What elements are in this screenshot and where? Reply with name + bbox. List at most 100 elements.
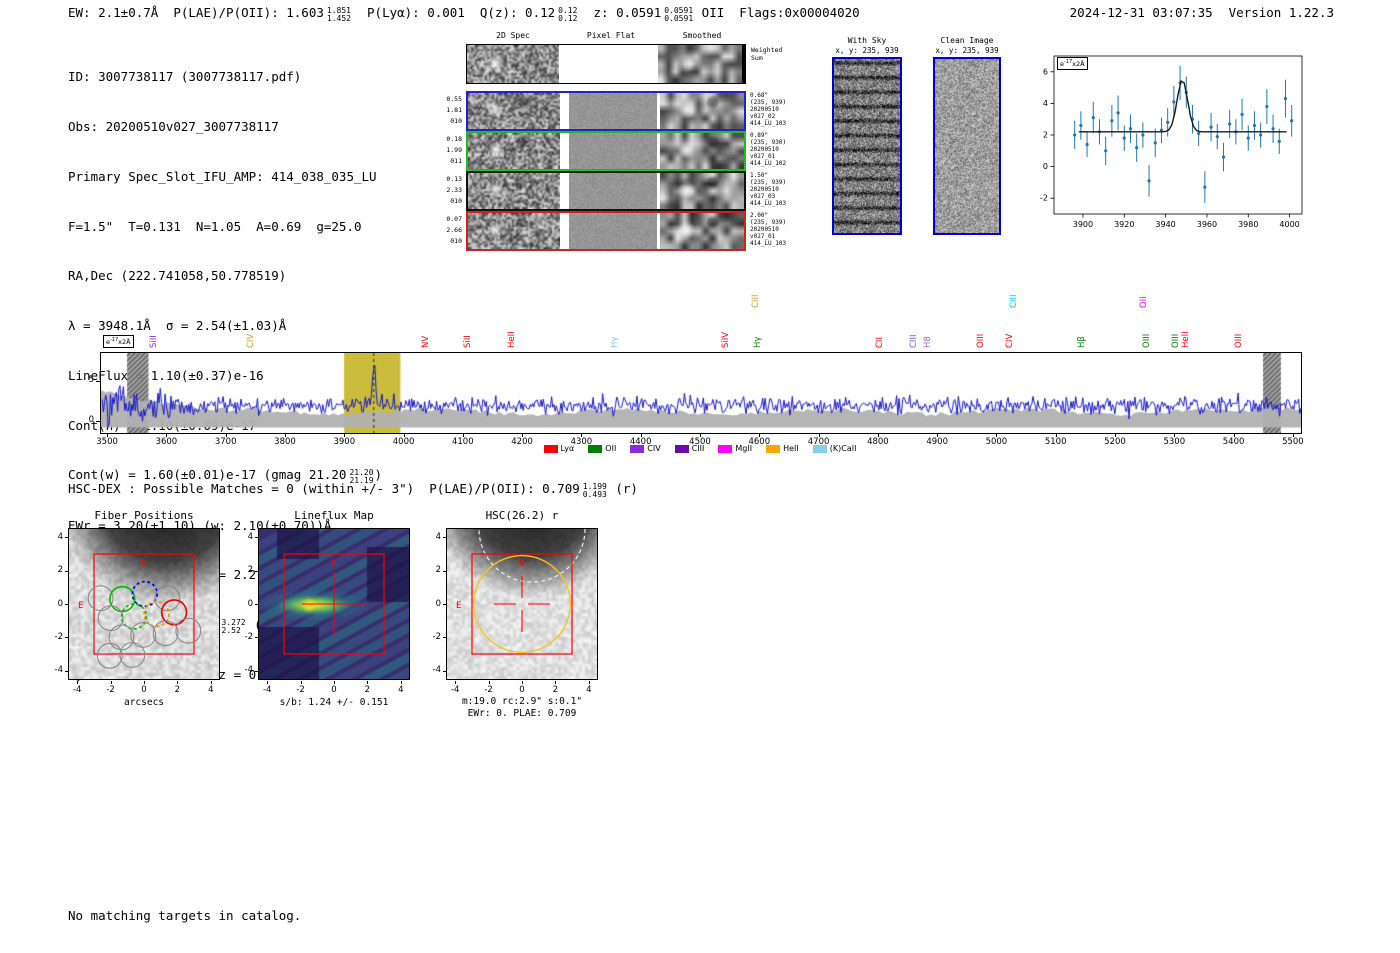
cutout-x-tick-mark: [367, 681, 369, 684]
clean-image-panel: [933, 57, 1001, 235]
cutout-x-tick-mark: [455, 681, 457, 684]
cutout-x-tick-label: 4: [586, 685, 592, 695]
fit-y-tick-label: -2: [1040, 194, 1048, 203]
cutout-x-tick-mark: [555, 681, 557, 684]
cutout-y-tick-mark: [255, 604, 258, 605]
cutout-y-tick-mark: [255, 637, 258, 639]
line-fit-plot-panel: 3900 3920 3940 3960 3980 4000 -2 0 2 4 6: [1028, 48, 1308, 243]
emission-line-label: OIII: [1170, 333, 1181, 348]
emission-line-label: CIII: [908, 334, 919, 348]
cutout-x-tick-label: 2: [174, 685, 181, 695]
spectrum-x-tick-label: 5400: [1222, 437, 1245, 447]
spec2d-row-right-label: 0.68" (235, 939) 20200510 v027_02 414_LU…: [750, 92, 787, 127]
spec2d-row-left-label: 0.18 1.99 011: [446, 135, 462, 165]
column-header-smoothed: Smoothed: [682, 31, 722, 40]
cutout-y-tick-mark: [443, 537, 446, 539]
fit-plot-frame: [1053, 55, 1303, 215]
spectrum-x-tick-label: 3800: [274, 437, 296, 447]
cutout-y-tick-label: -2: [244, 631, 253, 642]
header-z-text: z: 0.0591: [578, 5, 662, 20]
spectrum-x-tick-label: 4600: [748, 437, 771, 447]
spec2d-row-left-label: 0.55 1.81 010: [446, 95, 462, 125]
compass-east-label: E: [78, 601, 83, 611]
with-sky-title: With Sky: [847, 36, 887, 45]
plae-poii-range: 1.851 1.452: [327, 7, 351, 22]
observation-id: Obs: 20200510v027_3007738117: [68, 118, 279, 134]
cutout-y-tick-label: 0: [247, 598, 253, 609]
cutout-x-tick-mark: [144, 681, 145, 684]
weighted-smoothed-strip: [658, 45, 742, 83]
clean-image-coords: x, y: 235, 939: [935, 46, 999, 55]
cutout-x-tick-label: 4: [398, 685, 404, 695]
compass-north-label: N: [519, 559, 524, 569]
hsc-mag-caption: m:19.0 rc:2.9" s:0.1": [461, 696, 583, 707]
header-ew-plae-text: EW: 2.1±0.7Å P(LAE)/P(OII): 1.603: [68, 5, 324, 20]
fiber-circle: [130, 621, 157, 648]
fit-x-tick-label: 3920: [1114, 220, 1134, 229]
fiber-circle: [131, 580, 159, 608]
spectrum-x-tick-label: 3900: [333, 437, 356, 447]
catalog-match-summary: HSC-DEX : Possible Matches = 0 (within +…: [68, 481, 638, 498]
fit-y-tick-label: 4: [1043, 99, 1048, 108]
cutout-x-tick-label: 4: [208, 685, 214, 695]
fit-y-tick-label: 6: [1043, 67, 1048, 76]
smoothed-strip: [660, 133, 744, 169]
spec2d-strip: [468, 93, 560, 129]
cutout-y-tick-label: -2: [54, 631, 63, 642]
catalog-object-dashed-circle: [478, 529, 586, 583]
emission-line-label: OIII: [975, 333, 986, 348]
fiber-circle: [152, 620, 179, 647]
spec2d-row: [466, 211, 746, 251]
emission-line-label: SiII: [148, 335, 159, 348]
cutout-y-tick-label: -4: [54, 665, 63, 676]
column-header-pixelflat: Pixel Flat: [586, 31, 636, 40]
cutout-y-tick-label: 0: [57, 598, 63, 609]
spec2d-strip: [468, 173, 560, 209]
fiber-circle: [154, 585, 181, 612]
emission-line-label: HeII: [1181, 331, 1192, 348]
cutout-y-tick-label: -4: [432, 665, 441, 676]
photometric-aperture-circle: [472, 554, 572, 654]
header-flags-text: OII Flags:0x00004020: [694, 5, 860, 20]
primary-spec-slot: Primary Spec_Slot_IFU_AMP: 414_038_035_L…: [68, 168, 377, 184]
fit-x-tick-label: 3960: [1197, 220, 1217, 229]
legend-swatch-mgii: [718, 444, 733, 453]
cutout-x-tick-mark: [300, 681, 302, 684]
cutout-y-tick-label: 2: [435, 565, 441, 576]
fiber-circle: [108, 624, 135, 651]
hsc-cutout-panel: NE: [446, 528, 598, 680]
lineflux-map-title: Lineflux Map: [294, 509, 374, 522]
cutout-y-tick-label: -4: [244, 665, 253, 676]
qz-low: 0.12: [558, 13, 578, 23]
spectrum-x-tick-label: 4900: [926, 437, 948, 447]
fit-x-tick-label: 3940: [1155, 220, 1175, 229]
pixelflat-strip: [569, 133, 657, 169]
clean-image: [935, 59, 999, 233]
cutout-y-tick-mark: [65, 537, 68, 539]
spec2d-row-right-label: 1.50" (235, 939) 20200510 v027_03 414_LU…: [750, 172, 787, 207]
compass-north-label: N: [331, 559, 336, 569]
cutout-x-tick-mark: [110, 681, 112, 684]
spectrum-x-tick-label: 5000: [985, 437, 1008, 447]
spec2d-row: [466, 91, 746, 131]
elixer-report-page: EW: 2.1±0.7Å P(LAE)/P(OII): 1.603 1.851 1.…: [0, 0, 1400, 953]
header-plya-qz-text: P(Lyα): 0.001 Q(z): 0.12: [351, 5, 556, 20]
with-sky-panel: [832, 57, 902, 235]
cutout-y-tick-mark: [443, 670, 446, 672]
pixelflat-strip: [569, 213, 657, 249]
header-summary-line: EW: 2.1±0.7Å P(LAE)/P(OII): 1.603 1.851 1.…: [68, 5, 860, 22]
lineflux-map-overlay: N: [283, 553, 385, 655]
pixelflat-strip: [569, 93, 657, 129]
fiber-positions-title: Fiber Positions: [94, 509, 194, 522]
spectrum-y-tick-label: 5: [88, 374, 94, 385]
cutout-x-tick-label: 0: [141, 685, 147, 695]
cutout-x-tick-label: -2: [296, 685, 305, 695]
cutout-y-tick-mark: [255, 537, 258, 539]
fit-errorbar-points: [1073, 65, 1294, 203]
catalog-plae-low: 0.493: [582, 489, 607, 499]
unit-exponent: -17: [110, 337, 119, 343]
fiber-circle: [143, 600, 170, 628]
fit-x-tick-label: 3980: [1238, 220, 1258, 229]
spec2d-row-right-label: 0.89" (235, 930) 20200510 v027_01 414_LU…: [750, 132, 787, 167]
cutout-y-tick-label: 4: [435, 531, 441, 542]
